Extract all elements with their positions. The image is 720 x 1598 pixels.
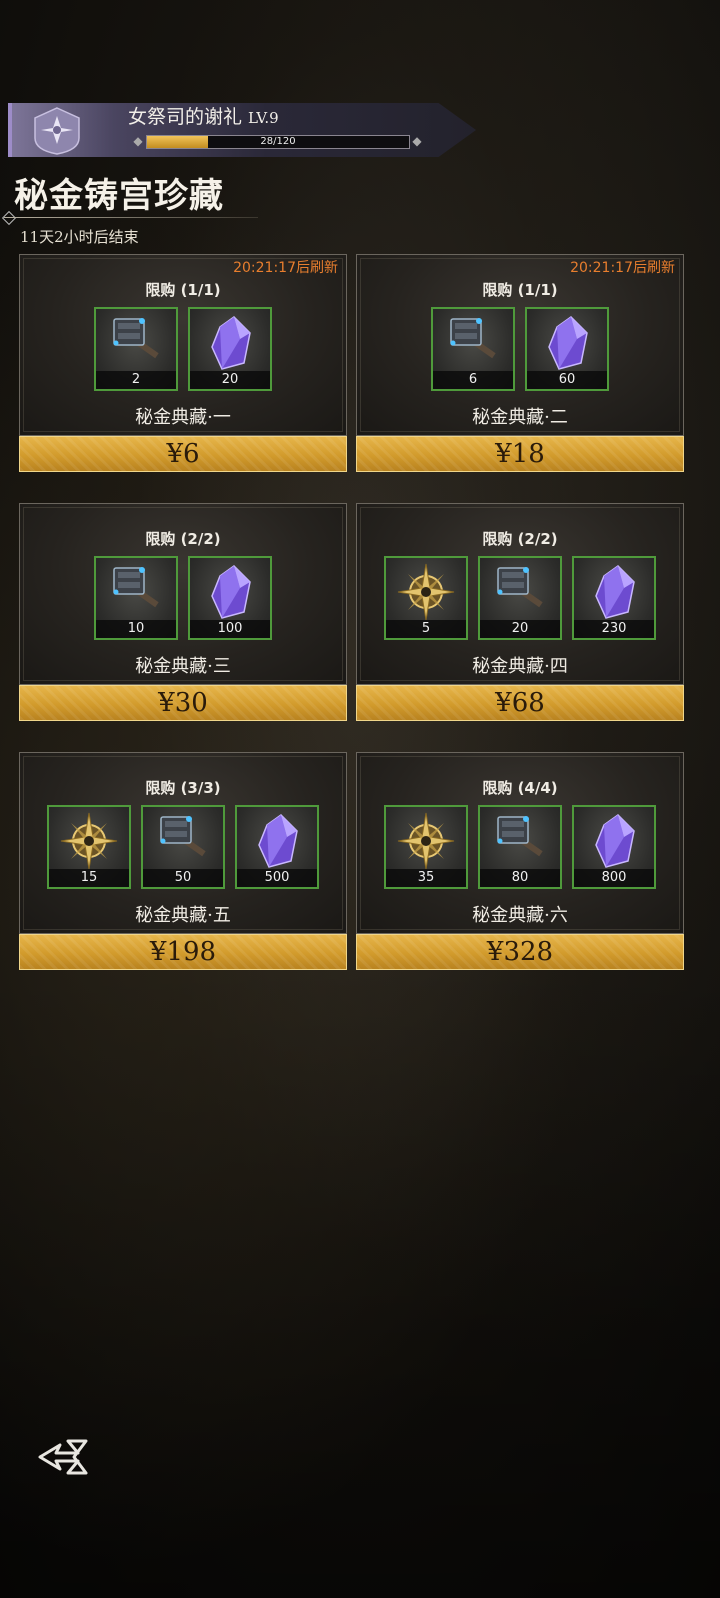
reward-item[interactable]: 10 — [94, 556, 178, 640]
reward-item[interactable]: 20 — [188, 307, 272, 391]
hammer-icon — [106, 313, 166, 373]
item-count: 500 — [237, 869, 317, 887]
item-count: 35 — [386, 869, 466, 887]
golden-compass-icon — [396, 811, 456, 871]
price-button[interactable]: ¥328 — [356, 934, 684, 970]
price-button[interactable]: ¥30 — [19, 685, 347, 721]
banner-title-text: 女祭司的谢礼 — [128, 106, 243, 128]
reward-item[interactable]: 500 — [235, 805, 319, 889]
pack-card: 20:21:17后刷新 限购 (1/1) 6 60 秘金典藏·二 — [356, 254, 684, 436]
hammer-icon — [490, 562, 550, 622]
event-timer: 11天2小时后结束 — [20, 228, 139, 246]
purchase-limit: 限购 (1/1) — [482, 281, 558, 299]
reward-items: 35 80 800 — [357, 805, 683, 889]
reward-item[interactable]: 80 — [478, 805, 562, 889]
purchase-limit: 限购 (4/4) — [482, 779, 558, 797]
refresh-timer: 20:21:17后刷新 — [233, 260, 338, 276]
reward-item[interactable]: 15 — [47, 805, 131, 889]
title-divider — [4, 217, 258, 218]
xp-cap-left-icon: ◆ — [133, 134, 143, 148]
item-count: 20 — [190, 371, 270, 389]
reward-items: 5 20 230 — [357, 556, 683, 640]
hammer-icon — [490, 811, 550, 871]
item-count: 230 — [574, 620, 654, 638]
purple-crystal-icon — [200, 313, 260, 373]
item-count: 60 — [527, 371, 607, 389]
pack-name: 秘金典藏·五 — [135, 905, 231, 926]
item-count: 50 — [143, 869, 223, 887]
price-button[interactable]: ¥6 — [19, 436, 347, 472]
pack-card: 限购 (4/4) 35 80 800 秘金典藏·六 — [356, 752, 684, 934]
pack-card: 限购 (3/3) 15 50 500 秘金典藏·五 — [19, 752, 347, 934]
priestess-emblem-icon — [14, 104, 100, 156]
hammer-icon — [153, 811, 213, 871]
xp-cap-right-icon: ◆ — [412, 134, 422, 148]
refresh-timer: 20:21:17后刷新 — [570, 260, 675, 276]
item-count: 2 — [96, 371, 176, 389]
reward-item[interactable]: 50 — [141, 805, 225, 889]
purple-crystal-icon — [584, 562, 644, 622]
pack-name: 秘金典藏·一 — [135, 407, 231, 428]
golden-compass-icon — [59, 811, 119, 871]
item-count: 800 — [574, 869, 654, 887]
price-button[interactable]: ¥18 — [356, 436, 684, 472]
item-count: 100 — [190, 620, 270, 638]
reward-item[interactable]: 230 — [572, 556, 656, 640]
banner-level: LV.9 — [248, 109, 279, 127]
reward-item[interactable]: 800 — [572, 805, 656, 889]
golden-compass-icon — [396, 562, 456, 622]
item-count: 10 — [96, 620, 176, 638]
purple-crystal-icon — [200, 562, 260, 622]
pack-card: 限购 (2/2) 5 20 230 秘金典藏·四 — [356, 503, 684, 685]
xp-progress-bar: 28/120 — [146, 135, 410, 149]
item-count: 5 — [386, 620, 466, 638]
pack-name: 秘金典藏·二 — [472, 407, 568, 428]
item-count: 6 — [433, 371, 513, 389]
reward-items: 6 60 — [357, 307, 683, 391]
reward-item[interactable]: 6 — [431, 307, 515, 391]
price-button[interactable]: ¥68 — [356, 685, 684, 721]
item-count: 15 — [49, 869, 129, 887]
reward-items: 15 50 500 — [20, 805, 346, 889]
hammer-icon — [443, 313, 503, 373]
reward-item[interactable]: 2 — [94, 307, 178, 391]
reward-items: 10 100 — [20, 556, 346, 640]
pack-name: 秘金典藏·三 — [135, 656, 231, 677]
back-arrow-icon[interactable] — [38, 1437, 90, 1477]
purple-crystal-icon — [584, 811, 644, 871]
purchase-limit: 限购 (3/3) — [145, 779, 221, 797]
xp-progress-text: 28/120 — [260, 136, 296, 147]
page-title: 秘金铸宫珍藏 — [14, 176, 224, 216]
item-count: 20 — [480, 620, 560, 638]
purchase-limit: 限购 (2/2) — [482, 530, 558, 548]
price-button[interactable]: ¥198 — [19, 934, 347, 970]
reward-item[interactable]: 35 — [384, 805, 468, 889]
purchase-limit: 限购 (2/2) — [145, 530, 221, 548]
reward-item[interactable]: 100 — [188, 556, 272, 640]
banner-title: 女祭司的谢礼 LV.9 — [128, 104, 279, 130]
purple-crystal-icon — [247, 811, 307, 871]
reward-item[interactable]: 5 — [384, 556, 468, 640]
pack-card: 限购 (2/2) 10 100 秘金典藏·三 — [19, 503, 347, 685]
purple-crystal-icon — [537, 313, 597, 373]
pack-name: 秘金典藏·六 — [472, 905, 568, 926]
item-count: 80 — [480, 869, 560, 887]
pack-name: 秘金典藏·四 — [472, 656, 568, 677]
purchase-limit: 限购 (1/1) — [145, 281, 221, 299]
reward-item[interactable]: 60 — [525, 307, 609, 391]
reward-item[interactable]: 20 — [478, 556, 562, 640]
hammer-icon — [106, 562, 166, 622]
pack-card: 20:21:17后刷新 限购 (1/1) 2 20 秘金典藏·一 — [19, 254, 347, 436]
reward-items: 2 20 — [20, 307, 346, 391]
